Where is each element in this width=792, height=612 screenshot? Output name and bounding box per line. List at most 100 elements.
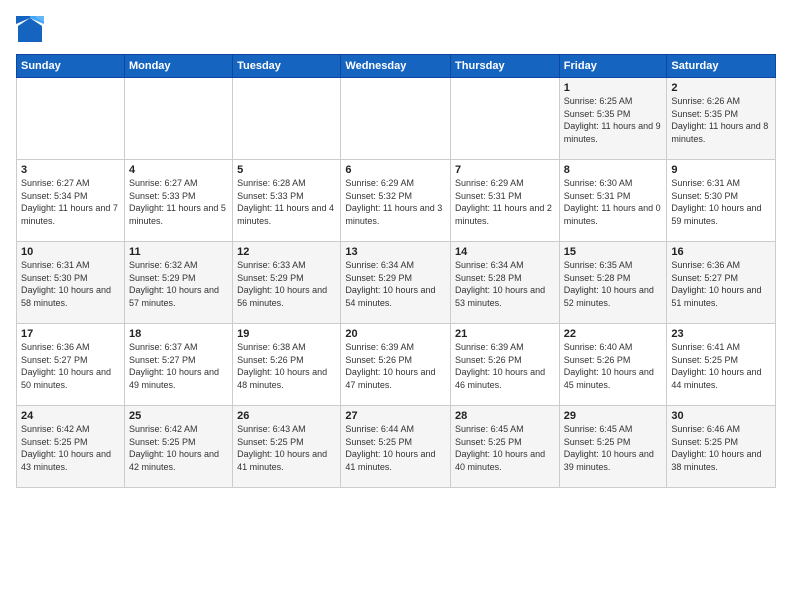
calendar-cell: 26Sunrise: 6:43 AM Sunset: 5:25 PM Dayli… (233, 406, 341, 488)
day-info: Sunrise: 6:29 AM Sunset: 5:32 PM Dayligh… (345, 177, 446, 227)
day-info: Sunrise: 6:45 AM Sunset: 5:25 PM Dayligh… (455, 423, 555, 473)
calendar-cell: 10Sunrise: 6:31 AM Sunset: 5:30 PM Dayli… (17, 242, 125, 324)
calendar-header-saturday: Saturday (667, 55, 776, 78)
calendar-cell: 29Sunrise: 6:45 AM Sunset: 5:25 PM Dayli… (559, 406, 667, 488)
calendar-cell (451, 78, 560, 160)
day-number: 26 (237, 410, 336, 422)
calendar-week-row: 10Sunrise: 6:31 AM Sunset: 5:30 PM Dayli… (17, 242, 776, 324)
calendar-week-row: 17Sunrise: 6:36 AM Sunset: 5:27 PM Dayli… (17, 324, 776, 406)
day-number: 10 (21, 246, 120, 258)
day-number: 8 (564, 164, 663, 176)
calendar-cell: 27Sunrise: 6:44 AM Sunset: 5:25 PM Dayli… (341, 406, 451, 488)
day-info: Sunrise: 6:40 AM Sunset: 5:26 PM Dayligh… (564, 341, 663, 391)
calendar-cell: 12Sunrise: 6:33 AM Sunset: 5:29 PM Dayli… (233, 242, 341, 324)
day-number: 20 (345, 328, 446, 340)
calendar-cell: 30Sunrise: 6:46 AM Sunset: 5:25 PM Dayli… (667, 406, 776, 488)
day-number: 5 (237, 164, 336, 176)
calendar-header-monday: Monday (124, 55, 232, 78)
calendar-header-friday: Friday (559, 55, 667, 78)
calendar-cell: 21Sunrise: 6:39 AM Sunset: 5:26 PM Dayli… (451, 324, 560, 406)
calendar-cell: 1Sunrise: 6:25 AM Sunset: 5:35 PM Daylig… (559, 78, 667, 160)
day-info: Sunrise: 6:29 AM Sunset: 5:31 PM Dayligh… (455, 177, 555, 227)
day-info: Sunrise: 6:37 AM Sunset: 5:27 PM Dayligh… (129, 341, 228, 391)
day-number: 19 (237, 328, 336, 340)
day-info: Sunrise: 6:27 AM Sunset: 5:33 PM Dayligh… (129, 177, 228, 227)
calendar-header-thursday: Thursday (451, 55, 560, 78)
day-number: 28 (455, 410, 555, 422)
day-number: 13 (345, 246, 446, 258)
day-info: Sunrise: 6:41 AM Sunset: 5:25 PM Dayligh… (671, 341, 771, 391)
day-info: Sunrise: 6:31 AM Sunset: 5:30 PM Dayligh… (671, 177, 771, 227)
calendar-cell: 25Sunrise: 6:42 AM Sunset: 5:25 PM Dayli… (124, 406, 232, 488)
day-info: Sunrise: 6:30 AM Sunset: 5:31 PM Dayligh… (564, 177, 663, 227)
day-number: 4 (129, 164, 228, 176)
calendar-header-tuesday: Tuesday (233, 55, 341, 78)
calendar-cell: 9Sunrise: 6:31 AM Sunset: 5:30 PM Daylig… (667, 160, 776, 242)
calendar-cell (124, 78, 232, 160)
calendar-header-wednesday: Wednesday (341, 55, 451, 78)
calendar-cell: 22Sunrise: 6:40 AM Sunset: 5:26 PM Dayli… (559, 324, 667, 406)
day-number: 24 (21, 410, 120, 422)
calendar-cell: 20Sunrise: 6:39 AM Sunset: 5:26 PM Dayli… (341, 324, 451, 406)
day-info: Sunrise: 6:28 AM Sunset: 5:33 PM Dayligh… (237, 177, 336, 227)
calendar-cell: 18Sunrise: 6:37 AM Sunset: 5:27 PM Dayli… (124, 324, 232, 406)
day-number: 27 (345, 410, 446, 422)
calendar-cell: 23Sunrise: 6:41 AM Sunset: 5:25 PM Dayli… (667, 324, 776, 406)
calendar-cell: 3Sunrise: 6:27 AM Sunset: 5:34 PM Daylig… (17, 160, 125, 242)
calendar-cell: 17Sunrise: 6:36 AM Sunset: 5:27 PM Dayli… (17, 324, 125, 406)
day-number: 15 (564, 246, 663, 258)
calendar-cell: 24Sunrise: 6:42 AM Sunset: 5:25 PM Dayli… (17, 406, 125, 488)
day-info: Sunrise: 6:27 AM Sunset: 5:34 PM Dayligh… (21, 177, 120, 227)
day-info: Sunrise: 6:25 AM Sunset: 5:35 PM Dayligh… (564, 95, 663, 145)
day-number: 25 (129, 410, 228, 422)
day-number: 23 (671, 328, 771, 340)
day-info: Sunrise: 6:26 AM Sunset: 5:35 PM Dayligh… (671, 95, 771, 145)
calendar-week-row: 1Sunrise: 6:25 AM Sunset: 5:35 PM Daylig… (17, 78, 776, 160)
day-info: Sunrise: 6:38 AM Sunset: 5:26 PM Dayligh… (237, 341, 336, 391)
day-info: Sunrise: 6:42 AM Sunset: 5:25 PM Dayligh… (21, 423, 120, 473)
header (16, 16, 776, 44)
calendar-cell: 28Sunrise: 6:45 AM Sunset: 5:25 PM Dayli… (451, 406, 560, 488)
day-number: 18 (129, 328, 228, 340)
calendar-table: SundayMondayTuesdayWednesdayThursdayFrid… (16, 54, 776, 488)
calendar-cell: 19Sunrise: 6:38 AM Sunset: 5:26 PM Dayli… (233, 324, 341, 406)
day-number: 11 (129, 246, 228, 258)
day-number: 22 (564, 328, 663, 340)
day-number: 17 (21, 328, 120, 340)
calendar-header-row: SundayMondayTuesdayWednesdayThursdayFrid… (17, 55, 776, 78)
day-number: 30 (671, 410, 771, 422)
day-info: Sunrise: 6:31 AM Sunset: 5:30 PM Dayligh… (21, 259, 120, 309)
calendar-cell: 7Sunrise: 6:29 AM Sunset: 5:31 PM Daylig… (451, 160, 560, 242)
day-info: Sunrise: 6:45 AM Sunset: 5:25 PM Dayligh… (564, 423, 663, 473)
calendar-cell: 11Sunrise: 6:32 AM Sunset: 5:29 PM Dayli… (124, 242, 232, 324)
calendar-cell: 8Sunrise: 6:30 AM Sunset: 5:31 PM Daylig… (559, 160, 667, 242)
calendar-cell (17, 78, 125, 160)
day-info: Sunrise: 6:39 AM Sunset: 5:26 PM Dayligh… (345, 341, 446, 391)
logo (16, 16, 48, 44)
day-info: Sunrise: 6:39 AM Sunset: 5:26 PM Dayligh… (455, 341, 555, 391)
day-info: Sunrise: 6:32 AM Sunset: 5:29 PM Dayligh… (129, 259, 228, 309)
day-info: Sunrise: 6:36 AM Sunset: 5:27 PM Dayligh… (671, 259, 771, 309)
day-number: 12 (237, 246, 336, 258)
day-info: Sunrise: 6:46 AM Sunset: 5:25 PM Dayligh… (671, 423, 771, 473)
calendar-header-sunday: Sunday (17, 55, 125, 78)
day-number: 1 (564, 82, 663, 94)
calendar-cell: 6Sunrise: 6:29 AM Sunset: 5:32 PM Daylig… (341, 160, 451, 242)
logo-icon (16, 16, 44, 44)
day-info: Sunrise: 6:36 AM Sunset: 5:27 PM Dayligh… (21, 341, 120, 391)
calendar-cell: 13Sunrise: 6:34 AM Sunset: 5:29 PM Dayli… (341, 242, 451, 324)
day-info: Sunrise: 6:42 AM Sunset: 5:25 PM Dayligh… (129, 423, 228, 473)
day-number: 16 (671, 246, 771, 258)
day-number: 7 (455, 164, 555, 176)
day-info: Sunrise: 6:34 AM Sunset: 5:29 PM Dayligh… (345, 259, 446, 309)
calendar-cell: 14Sunrise: 6:34 AM Sunset: 5:28 PM Dayli… (451, 242, 560, 324)
day-info: Sunrise: 6:34 AM Sunset: 5:28 PM Dayligh… (455, 259, 555, 309)
calendar-week-row: 24Sunrise: 6:42 AM Sunset: 5:25 PM Dayli… (17, 406, 776, 488)
calendar-cell: 5Sunrise: 6:28 AM Sunset: 5:33 PM Daylig… (233, 160, 341, 242)
day-info: Sunrise: 6:33 AM Sunset: 5:29 PM Dayligh… (237, 259, 336, 309)
calendar-cell (233, 78, 341, 160)
day-number: 14 (455, 246, 555, 258)
calendar-week-row: 3Sunrise: 6:27 AM Sunset: 5:34 PM Daylig… (17, 160, 776, 242)
day-number: 29 (564, 410, 663, 422)
day-number: 6 (345, 164, 446, 176)
